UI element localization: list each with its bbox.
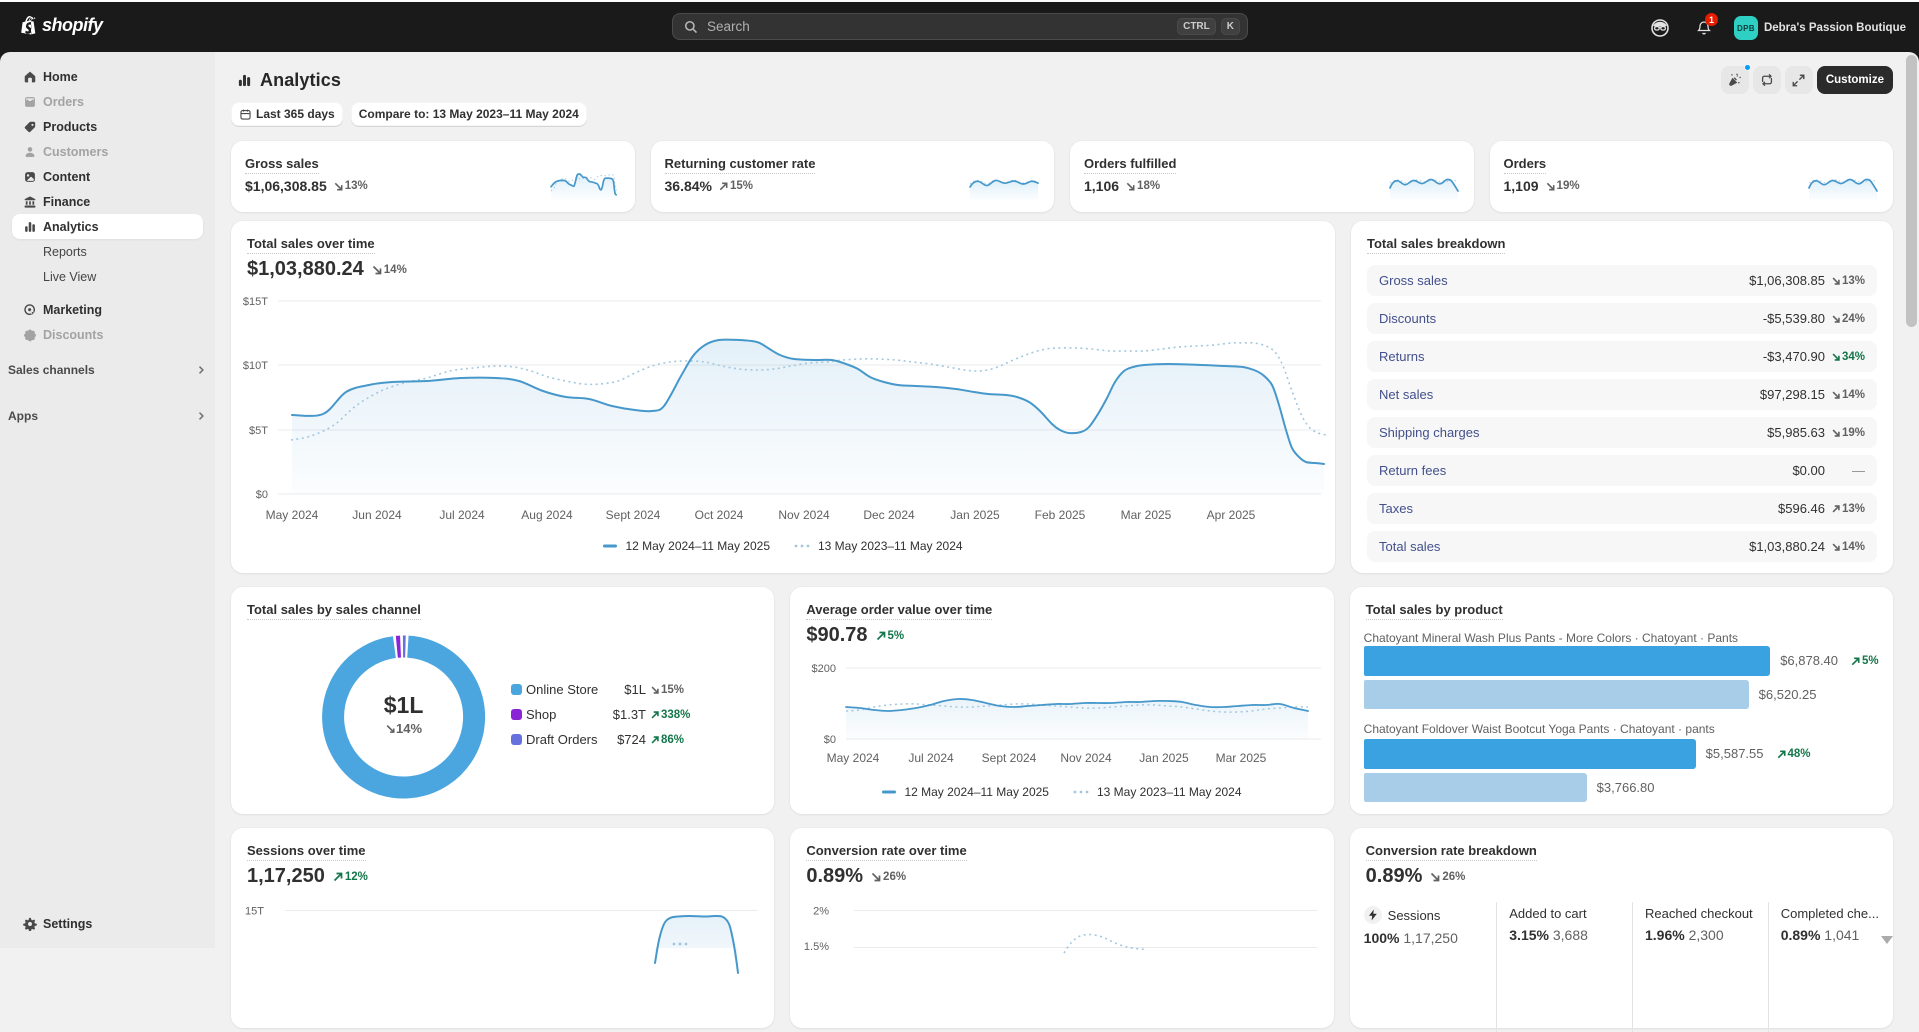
- svg-text:↘14%: ↘14%: [385, 721, 422, 736]
- svg-text:$0: $0: [256, 489, 268, 501]
- svg-text:$0: $0: [824, 734, 836, 746]
- svg-text:Oct 2024: Oct 2024: [695, 508, 744, 522]
- svg-text:Mar 2025: Mar 2025: [1216, 751, 1267, 765]
- svg-text:$5T: $5T: [249, 425, 268, 437]
- svg-text:Sept 2024: Sept 2024: [606, 508, 661, 522]
- svg-text:15T: 15T: [245, 906, 264, 918]
- svg-text:Jan 2025: Jan 2025: [950, 508, 1000, 522]
- svg-text:$15T: $15T: [243, 296, 268, 308]
- svg-text:2%: 2%: [813, 906, 829, 918]
- svg-text:Mar 2025: Mar 2025: [1121, 508, 1172, 522]
- svg-text:Jul 2024: Jul 2024: [439, 508, 485, 522]
- svg-text:Sept 2024: Sept 2024: [982, 751, 1037, 765]
- svg-text:May 2024: May 2024: [827, 751, 880, 765]
- svg-text:Nov 2024: Nov 2024: [1061, 751, 1113, 765]
- svg-text:Nov 2024: Nov 2024: [778, 508, 830, 522]
- svg-text:May 2024: May 2024: [266, 508, 319, 522]
- svg-text:Aug 2024: Aug 2024: [521, 508, 573, 522]
- svg-text:Jul 2024: Jul 2024: [909, 751, 955, 765]
- svg-text:Jan 2025: Jan 2025: [1140, 751, 1190, 765]
- svg-text:Jun 2024: Jun 2024: [352, 508, 402, 522]
- svg-text:$200: $200: [812, 663, 836, 675]
- svg-text:Feb 2025: Feb 2025: [1035, 508, 1086, 522]
- svg-text:Dec 2024: Dec 2024: [863, 508, 915, 522]
- svg-text:1.5%: 1.5%: [804, 941, 829, 953]
- svg-text:Apr 2025: Apr 2025: [1207, 508, 1256, 522]
- svg-text:$10T: $10T: [243, 360, 268, 372]
- svg-text:$1L: $1L: [384, 692, 424, 718]
